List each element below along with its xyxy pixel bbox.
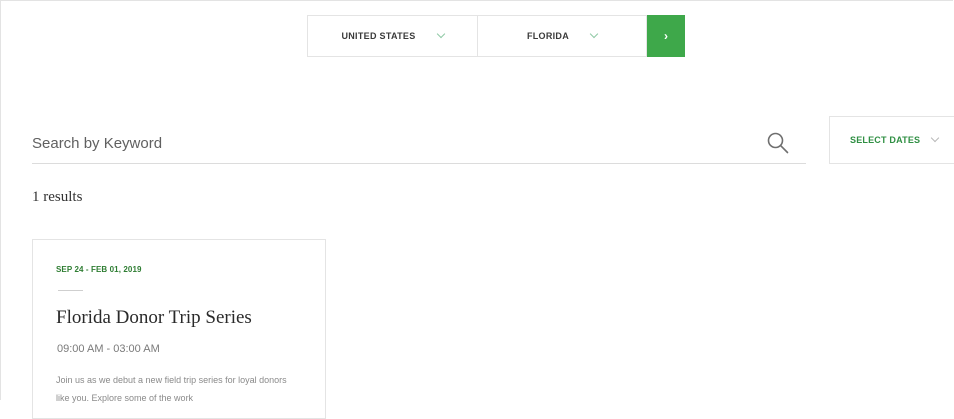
event-title[interactable]: Florida Donor Trip Series <box>56 307 252 329</box>
event-description: Join us as we debut a new field trip ser… <box>56 375 287 403</box>
chevron-right-icon: › <box>664 29 668 43</box>
country-select[interactable]: UNITED STATES <box>307 15 478 57</box>
go-button[interactable]: › <box>647 15 685 57</box>
search-input[interactable] <box>32 135 732 152</box>
chevron-down-icon <box>436 29 445 39</box>
event-time: 09:00 AM - 03:00 AM <box>57 343 160 355</box>
state-select[interactable]: FLORIDA <box>478 15 647 57</box>
country-select-label: UNITED STATES <box>341 31 416 41</box>
select-dates-label: SELECT DATES <box>850 135 921 145</box>
location-selector-bar: UNITED STATES FLORIDA › <box>307 15 685 57</box>
search-bar <box>32 127 806 164</box>
divider <box>58 290 83 291</box>
search-icon[interactable] <box>766 131 790 155</box>
chevron-down-icon <box>931 133 940 143</box>
event-card[interactable]: SEP 24 - FEB 01, 2019 Florida Donor Trip… <box>32 239 326 419</box>
results-count: 1 results <box>32 189 83 205</box>
select-dates-button[interactable]: SELECT DATES <box>829 116 954 164</box>
event-date-range: SEP 24 - FEB 01, 2019 <box>56 265 142 274</box>
chevron-down-icon <box>589 29 599 39</box>
state-select-label: FLORIDA <box>526 31 570 41</box>
